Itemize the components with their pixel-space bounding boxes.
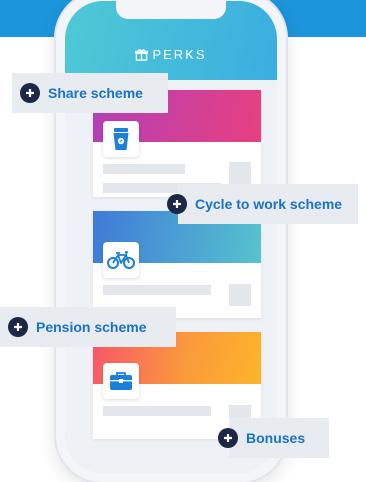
app-brand-text: PERKS — [152, 47, 207, 62]
callout-label: Share scheme — [48, 85, 143, 101]
callout-bonuses[interactable]: Bonuses — [218, 418, 329, 458]
gift-icon — [135, 48, 149, 64]
placeholder-line — [103, 285, 211, 295]
placeholder-line — [103, 406, 211, 416]
callout-label: Bonuses — [246, 430, 306, 446]
coffee-cup-icon — [103, 121, 139, 157]
placeholder-line — [103, 164, 185, 174]
placeholder-tag — [229, 284, 251, 306]
callout-cycle-to-work-scheme[interactable]: Cycle to work scheme — [167, 184, 358, 224]
phone-notch — [116, 1, 226, 19]
callout-label: Cycle to work scheme — [195, 196, 343, 212]
callout-share-scheme[interactable]: Share scheme — [12, 73, 168, 113]
bicycle-icon — [103, 242, 139, 278]
briefcase-icon — [103, 363, 139, 399]
placeholder-tag — [229, 162, 251, 184]
app-header: PERKS — [65, 1, 277, 80]
app-brand: PERKS — [65, 47, 277, 64]
callout-pension-scheme[interactable]: Pension scheme — [0, 307, 176, 347]
callout-label: Pension scheme — [36, 319, 147, 335]
plus-icon — [167, 194, 187, 214]
app-body — [65, 80, 277, 473]
plus-icon — [218, 428, 238, 448]
perk-card-cycle[interactable] — [93, 211, 261, 318]
plus-icon — [20, 83, 40, 103]
plus-icon — [8, 317, 28, 337]
phone-screen: PERKS — [65, 1, 277, 473]
